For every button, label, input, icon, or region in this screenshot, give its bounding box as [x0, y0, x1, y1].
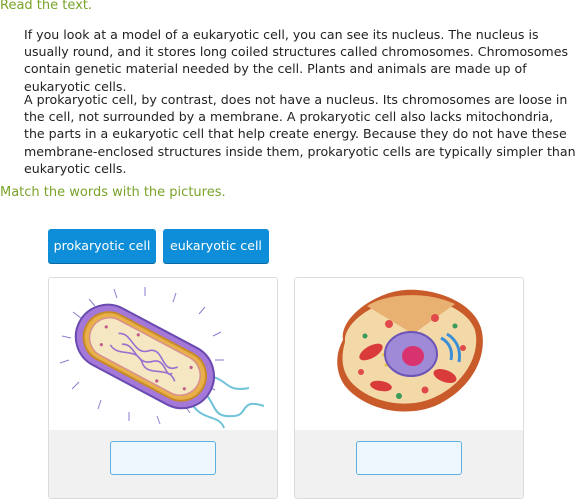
- picture-area-2: [295, 278, 523, 430]
- read-instruction: Read the text.: [0, 0, 93, 13]
- picture-area-1: [49, 278, 277, 430]
- picture-card-1: [48, 277, 278, 499]
- eukaryotic-cell-illustration: [337, 289, 483, 412]
- match-instruction: Match the words with the pictures.: [0, 185, 226, 200]
- word-tile-eukaryotic[interactable]: eukaryotic cell: [163, 229, 269, 263]
- drop-target-1[interactable]: [110, 441, 216, 475]
- picture-card-2: [294, 277, 524, 499]
- passage-paragraph-2: A prokaryotic cell, by contrast, does no…: [24, 92, 576, 176]
- prokaryotic-cell-illustration: [59, 287, 265, 429]
- passage-paragraph-1: If you look at a model of a eukaryotic c…: [24, 27, 569, 94]
- drop-target-2[interactable]: [356, 441, 462, 475]
- word-tile-prokaryotic[interactable]: prokaryotic cell: [48, 229, 156, 263]
